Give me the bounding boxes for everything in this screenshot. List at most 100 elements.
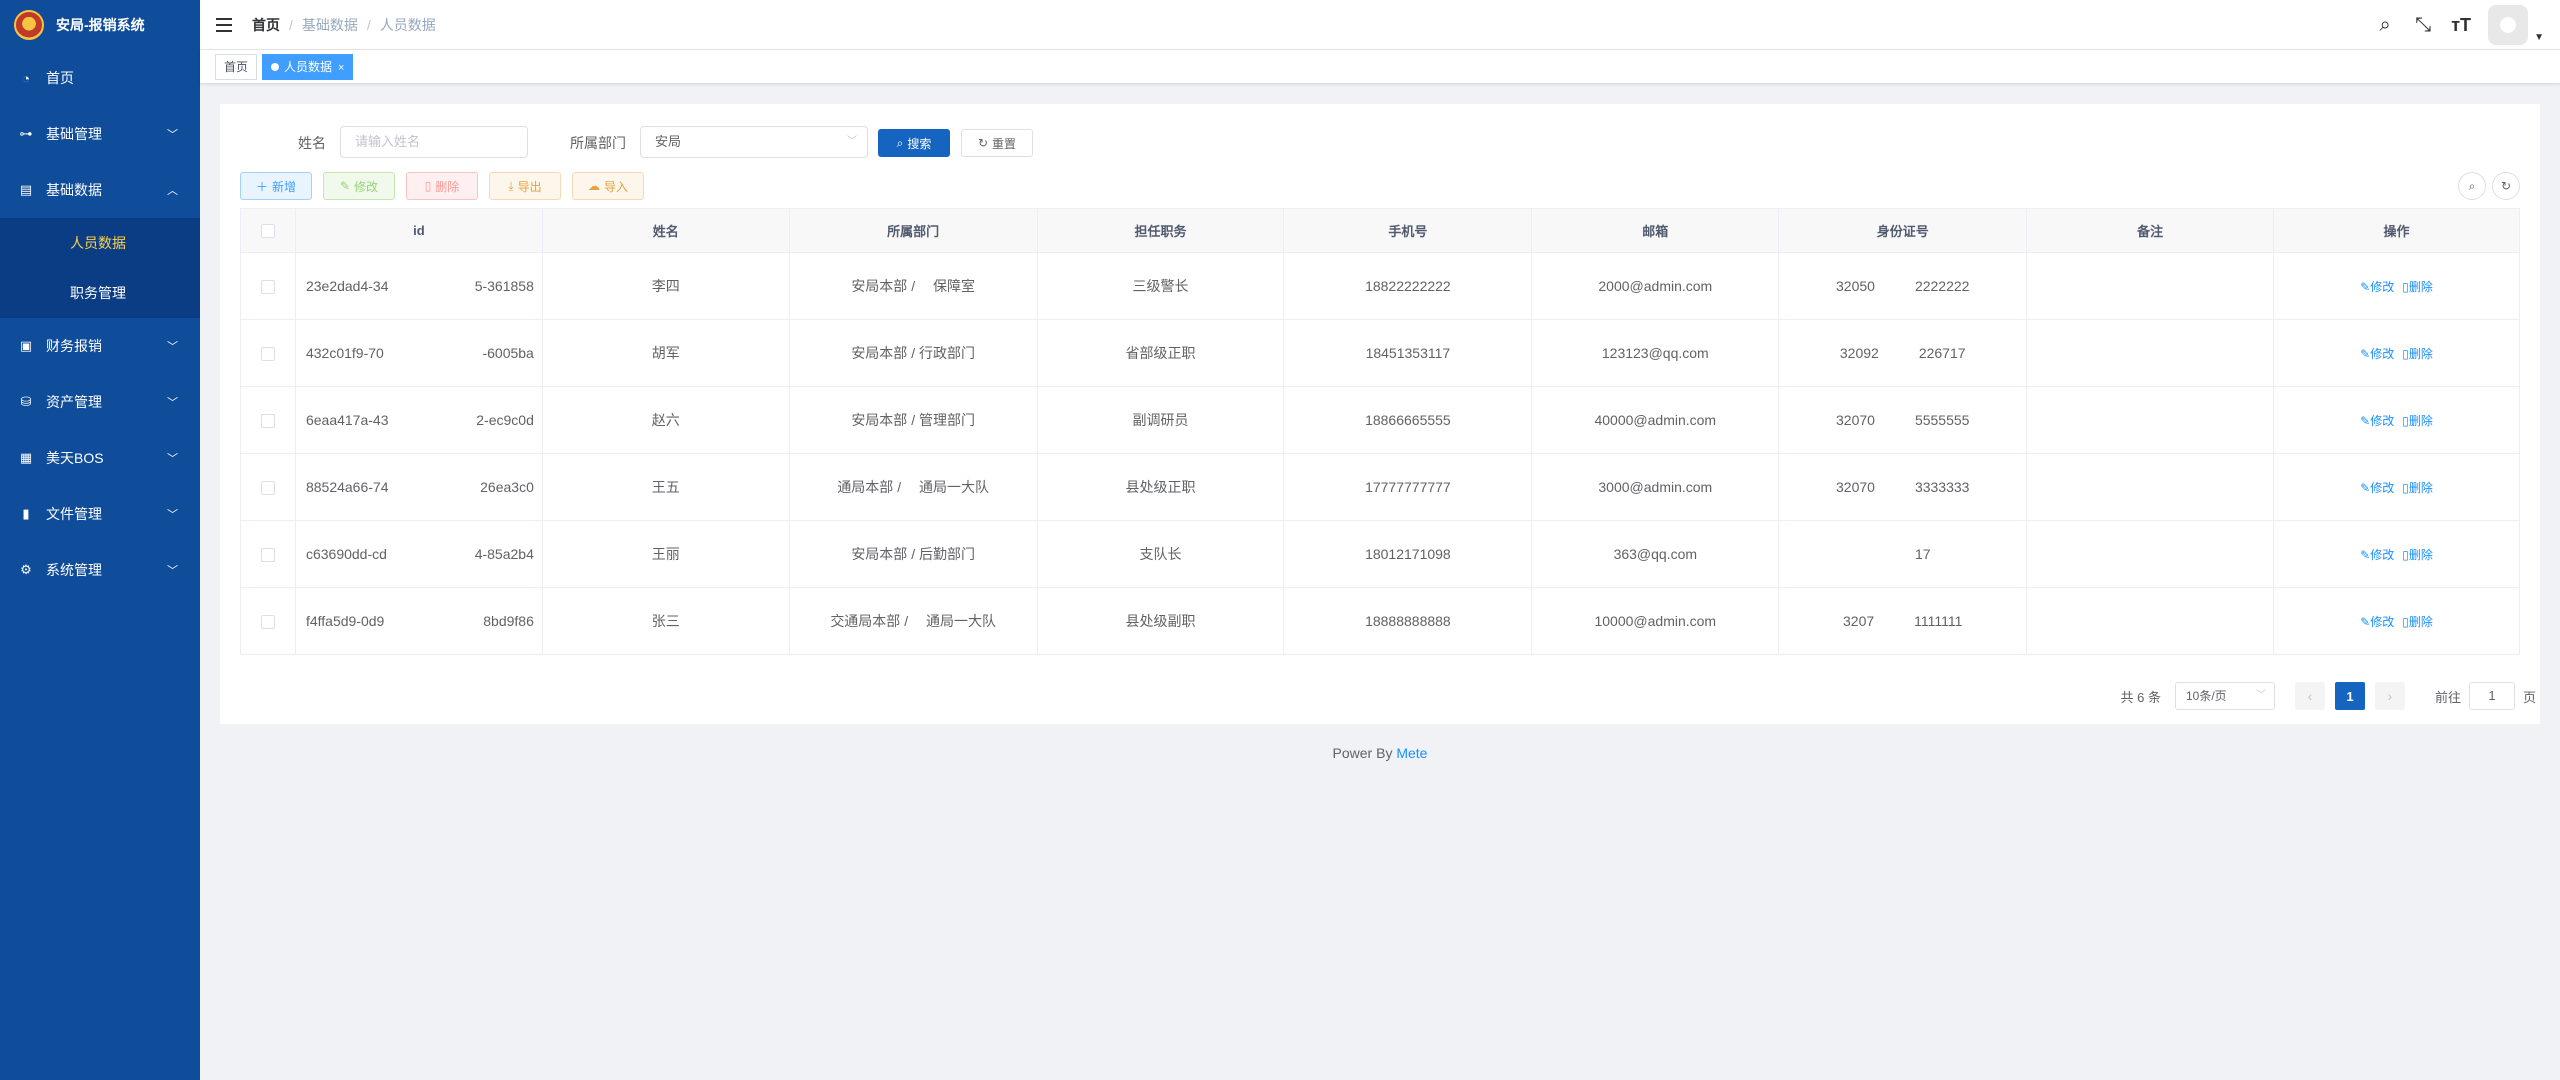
row-checkbox[interactable] [260, 414, 275, 429]
import-button[interactable]: ☁ 导入 [572, 172, 644, 200]
footer-link[interactable]: Mete [1396, 745, 1427, 761]
sidebar-item-basic-data[interactable]: ▤ 基础数据 ︿ [0, 162, 200, 218]
cell-idcard-part-a: 32092 [1839, 345, 1879, 361]
row-edit-label: 修改 [2370, 346, 2395, 361]
cell-id: f4ffa5d9-0d9 8bd9f86 [294, 587, 543, 655]
row-delete-link[interactable]: ▯删除 [2402, 347, 2433, 361]
dept-label: 所属部门 [570, 135, 626, 151]
goto-label: 前往 [2434, 689, 2461, 705]
footer-prefix: Power By [1332, 745, 1397, 761]
list-icon: ▤ [19, 182, 33, 197]
cell-remark [2026, 386, 2275, 454]
trash-icon: ▯ [2402, 614, 2409, 629]
cell-id: 432c01f9-70 -6005ba [294, 319, 543, 387]
row-edit-link[interactable]: ✎修改 [2360, 280, 2394, 294]
row-delete-link[interactable]: ▯删除 [2402, 481, 2433, 495]
hamburger-icon[interactable] [216, 17, 232, 32]
row-edit-link[interactable]: ✎修改 [2360, 548, 2394, 562]
caret-down-icon[interactable]: ▼ [2534, 32, 2544, 43]
col-actions: 操作 [2273, 208, 2520, 253]
sidebar-item-finance[interactable]: ▣ 财务报销 ﹀ [0, 318, 200, 374]
cell-post: 三级警长 [1036, 252, 1285, 320]
toggle-search-button[interactable]: ⌕ [2458, 172, 2486, 200]
cell-name: 赵六 [541, 386, 790, 454]
row-checkbox[interactable] [260, 548, 275, 563]
refresh-button[interactable]: ↻ [2492, 172, 2520, 200]
cell-dept: 安局本部 / 行政部门 [788, 319, 1038, 387]
page-size-select[interactable]: 10条/页 ﹀ [2174, 682, 2275, 710]
row-checkbox[interactable] [260, 615, 275, 630]
cell-id-part-b: 4-85a2b4 [474, 546, 534, 562]
reset-button[interactable]: ↻ 重置 [961, 129, 1033, 157]
edit-button[interactable]: ✎ 修改 [323, 172, 395, 200]
row-edit-link[interactable]: ✎修改 [2360, 481, 2394, 495]
cell-id: 23e2dad4-34 5-361858 [294, 252, 543, 320]
tag-label: 人员数据 [284, 60, 333, 74]
chevron-down-icon: ﹀ [167, 129, 178, 141]
row-edit-label: 修改 [2370, 413, 2395, 428]
row-checkbox[interactable] [260, 481, 275, 496]
table-row: f4ffa5d9-0d9 8bd9f86 张三 交通局本部 / 通局一大队 县处级副职 1… [240, 587, 2520, 655]
dept-select[interactable]: 安局 ﹀ [640, 126, 868, 158]
sidebar-item-files[interactable]: ▮ 文件管理 ﹀ [0, 486, 200, 542]
row-checkbox[interactable] [260, 280, 275, 295]
breadcrumb-home[interactable]: 首页 [252, 15, 280, 35]
select-all-checkbox[interactable] [260, 224, 275, 239]
sidebar-item-personnel[interactable]: 人员数据 [0, 218, 200, 268]
table-row: 6eaa417a-43 2-ec9c0d 赵六 安局本部 / 管理部门 副调研员 1886… [240, 386, 2520, 454]
search-icon[interactable]: ⌕ [2374, 14, 2396, 37]
search-icon: ⌕ [896, 135, 904, 150]
row-edit-link[interactable]: ✎修改 [2360, 615, 2394, 629]
sidebar-item-bos[interactable]: ▦ 美天BOS ﹀ [0, 430, 200, 486]
row-delete-label: 删除 [2408, 547, 2433, 562]
edit-icon: ✎ [339, 179, 351, 193]
next-page-button[interactable]: › [2374, 682, 2405, 710]
goto-page-input[interactable]: 1 [2468, 682, 2515, 710]
cell-id-part-b: 8bd9f86 [483, 613, 534, 629]
sidebar-item-basic-manage[interactable]: ⊶ 基础管理 ﹀ [0, 106, 200, 162]
row-edit-link[interactable]: ✎修改 [2360, 347, 2394, 361]
delete-button[interactable]: ▯ 删除 [406, 172, 478, 200]
prev-page-button[interactable]: ‹ [2294, 682, 2325, 710]
cell-idcard-part-a: 32070 [1836, 479, 1875, 495]
select-cell [240, 453, 296, 521]
cell-post: 省部级正职 [1036, 319, 1285, 387]
sidebar-item-position[interactable]: 职务管理 [0, 268, 200, 318]
cell-post: 县处级正职 [1036, 453, 1285, 521]
page-number-1[interactable]: 1 [2334, 682, 2365, 710]
grid-icon: ▦ [19, 450, 33, 465]
sidebar-item-assets[interactable]: ⛁ 资产管理 ﹀ [0, 374, 200, 430]
tag-home[interactable]: 首页 [215, 54, 258, 80]
col-id: id [294, 208, 543, 253]
export-button[interactable]: ⤓ 导出 [489, 172, 561, 200]
search-button[interactable]: ⌕ 搜索 [878, 129, 950, 157]
row-checkbox[interactable] [260, 347, 275, 362]
sidebar-item-home[interactable]: ◔ 首页 [0, 50, 200, 106]
sidebar-item-system[interactable]: ⚙ 系统管理 ﹀ [0, 542, 200, 598]
row-delete-link[interactable]: ▯删除 [2402, 414, 2433, 428]
table-row: 432c01f9-70 -6005ba 胡军 安局本部 / 行政部门 省部级正职 1845… [240, 319, 2520, 387]
col-email: 邮箱 [1531, 208, 1780, 253]
sidebar-item-label: 首页 [46, 70, 74, 86]
row-delete-link[interactable]: ▯删除 [2402, 280, 2433, 294]
fullscreen-exit-icon[interactable]: ⤡ [2412, 14, 2434, 37]
cell-name: 胡军 [541, 319, 790, 387]
cell-id-part-a: f4ffa5d9-0d9 [305, 613, 385, 629]
font-size-icon[interactable]: тT [2450, 15, 2472, 36]
select-cell [240, 520, 296, 588]
tree-icon: ⊶ [19, 126, 33, 141]
avatar[interactable] [2488, 5, 2529, 45]
cell-remark [2026, 587, 2275, 655]
row-delete-link[interactable]: ▯删除 [2402, 548, 2433, 562]
name-input[interactable]: 请输入姓名 [340, 126, 528, 158]
tag-personnel[interactable]: 人员数据 × [262, 54, 354, 80]
cell-idcard-part-b: 5555555 [1914, 412, 1970, 428]
close-icon[interactable]: × [338, 62, 344, 74]
add-button[interactable]: ＋ 新增 [240, 172, 312, 200]
active-dot-icon [271, 62, 279, 71]
row-edit-link[interactable]: ✎修改 [2360, 414, 2394, 428]
edit-icon: ✎ [2360, 279, 2371, 294]
row-delete-link[interactable]: ▯删除 [2402, 615, 2433, 629]
search-icon: ⌕ [2468, 178, 2476, 193]
cell-idcard-part-b: 1111111 [1914, 613, 1963, 629]
